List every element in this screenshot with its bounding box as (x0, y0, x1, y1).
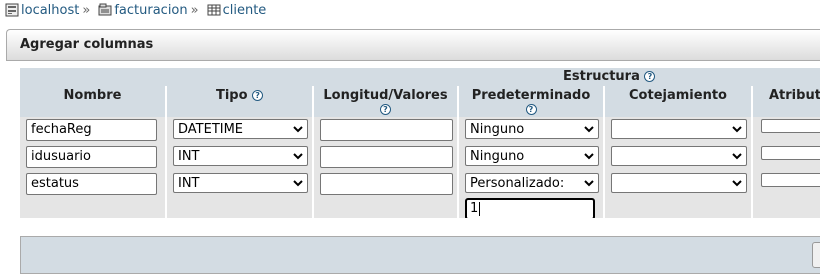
chevron-down-icon (584, 179, 594, 186)
table-icon (207, 4, 221, 16)
panel-title: Agregar columnas (6, 29, 820, 61)
breadcrumb-server-link[interactable]: localhost (21, 3, 79, 18)
table-row-filler: 1 (20, 198, 820, 218)
breadcrumb-database-link[interactable]: facturacion (114, 3, 187, 18)
type-select[interactable]: DATETIME (173, 119, 308, 139)
help-icon[interactable]: ? (252, 90, 264, 101)
length-values-input[interactable] (320, 146, 453, 168)
default-select[interactable]: Personalizado: (465, 173, 599, 193)
chevron-down-icon (293, 152, 303, 159)
default-select[interactable]: Ninguno (465, 119, 599, 139)
attributes-select[interactable] (761, 173, 820, 187)
length-values-input[interactable] (320, 173, 453, 195)
chevron-down-icon (584, 152, 594, 159)
chevron-down-icon (732, 179, 742, 186)
attributes-select[interactable] (761, 146, 820, 160)
chevron-down-icon (584, 125, 594, 132)
header-type: Tipo ? (165, 86, 313, 117)
server-icon (5, 3, 19, 17)
breadcrumb-separator: » (82, 2, 91, 18)
save-button[interactable] (812, 242, 820, 268)
breadcrumb-separator: » (190, 2, 199, 18)
collation-select[interactable] (611, 173, 747, 193)
type-select[interactable]: INT (173, 173, 308, 193)
custom-default-input[interactable]: 1 (465, 198, 595, 218)
default-select[interactable]: Ninguno (465, 146, 599, 166)
structure-header-row (20, 68, 820, 86)
table-row: fechaReg DATETIME Ninguno (20, 117, 820, 144)
column-name-input[interactable]: estatus (26, 173, 157, 195)
structure-title: Estructura ? (563, 69, 656, 84)
column-name-input[interactable]: fechaReg (26, 119, 157, 141)
header-name: Nombre (20, 86, 166, 117)
table-row: idusuario INT Ninguno (20, 144, 820, 171)
breadcrumb-database[interactable]: facturacion (93, 3, 188, 18)
database-icon (98, 3, 112, 16)
breadcrumb-table[interactable]: cliente (202, 3, 267, 18)
help-icon[interactable]: ? (380, 104, 391, 115)
header-collation: Cotejamiento (603, 86, 752, 117)
collation-select[interactable] (611, 119, 747, 139)
help-icon[interactable]: ? (525, 104, 537, 115)
chevron-down-icon (732, 152, 742, 159)
breadcrumb-server[interactable]: localhost (0, 3, 79, 18)
breadcrumb: localhost » facturacion » cliente (0, 0, 266, 20)
type-select[interactable]: INT (173, 146, 308, 166)
table-row: estatus INT Personalizado: (20, 171, 820, 198)
column-header-row: Nombre Tipo ? Longitud/Valores ? Predete… (20, 86, 820, 117)
text-caret (479, 202, 481, 216)
length-values-input[interactable] (320, 119, 453, 141)
header-length-values: Longitud/Valores ? (312, 86, 458, 117)
chevron-down-icon (293, 125, 303, 132)
form-footer (20, 236, 820, 274)
chevron-down-icon (732, 125, 742, 132)
column-name-input[interactable]: idusuario (26, 146, 157, 168)
structure-table: Nombre Tipo ? Longitud/Valores ? Predete… (20, 68, 820, 218)
chevron-down-icon (293, 179, 303, 186)
collation-select[interactable] (611, 146, 747, 166)
header-attributes: Atribut (751, 86, 820, 117)
header-default: Predeterminado ? (457, 86, 604, 117)
attributes-select[interactable] (761, 119, 820, 133)
breadcrumb-table-link[interactable]: cliente (223, 3, 267, 18)
help-icon[interactable]: ? (644, 71, 656, 82)
